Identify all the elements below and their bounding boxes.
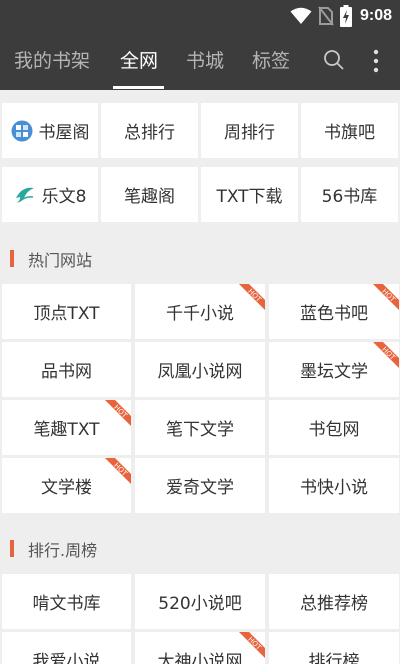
book-house-logo-icon — [11, 120, 32, 141]
site-item[interactable]: 顶点TXT — [2, 284, 131, 339]
search-icon[interactable] — [323, 49, 345, 71]
quick-link-label: 乐文8 — [41, 187, 87, 207]
site-label: 我爱小说 — [32, 652, 101, 664]
site-item[interactable]: 笔下文学 — [135, 400, 265, 455]
quick-link-total-rank[interactable]: 总排行 — [101, 103, 198, 158]
hot-badge: HOT — [373, 342, 399, 368]
site-item[interactable]: 笔趣TXT HOT — [2, 400, 131, 455]
status-bar: 9:08 — [0, 0, 400, 32]
site-item[interactable]: 墨坛文学 HOT — [269, 342, 399, 397]
site-label: 总推荐榜 — [300, 594, 368, 614]
site-item[interactable]: 排行榜 — [269, 632, 399, 664]
site-item[interactable]: 文学楼 HOT — [2, 458, 131, 513]
quick-link-label: TXT下载 — [216, 187, 283, 207]
no-sim-icon — [318, 6, 334, 26]
quick-link-label: 周排行 — [224, 123, 275, 143]
site-label: 书包网 — [308, 420, 360, 440]
quick-link-txt-download[interactable]: TXT下载 — [201, 167, 298, 222]
quick-link-shuqiba[interactable]: 书旗吧 — [301, 103, 398, 158]
hot-badge: HOT — [373, 284, 399, 310]
site-item[interactable]: 凤凰小说网 — [135, 342, 265, 397]
tab-tags[interactable]: 标签 — [252, 32, 290, 90]
section-title: 排行.周榜 — [28, 541, 98, 560]
site-item[interactable]: 520小说吧 — [135, 574, 265, 629]
site-item[interactable]: 爱奇文学 — [135, 458, 265, 513]
quick-link-biquge[interactable]: 笔趣阁 — [101, 167, 198, 222]
status-icons: 9:08 — [290, 5, 392, 27]
site-item[interactable]: 蓝色书吧 HOT — [269, 284, 399, 339]
section-accent-bar — [10, 540, 14, 557]
site-label: 蓝色书吧 — [300, 304, 368, 324]
quick-link-label: 笔趣阁 — [124, 187, 175, 207]
site-label: 啃文书库 — [32, 594, 101, 614]
hot-badge: HOT — [105, 400, 131, 426]
app-bar: 我的书架 全网 书城 标签 — [0, 32, 400, 90]
site-label: 千千小说 — [166, 304, 234, 324]
hot-badge: HOT — [239, 284, 265, 310]
tab-bookshelf[interactable]: 我的书架 — [14, 32, 90, 90]
site-label: 顶点TXT — [33, 304, 100, 324]
site-label: 大神小说网 — [157, 652, 243, 664]
quick-link-lewen8[interactable]: 乐文8 — [2, 167, 98, 222]
quick-link-label: 总排行 — [124, 123, 175, 143]
more-options-icon[interactable] — [369, 49, 383, 73]
hot-badge: HOT — [105, 458, 131, 484]
site-item[interactable]: 啃文书库 — [2, 574, 131, 629]
site-item[interactable]: 千千小说 HOT — [135, 284, 265, 339]
section-accent-bar — [10, 250, 14, 267]
site-label: 520小说吧 — [158, 594, 242, 614]
site-label: 笔下文学 — [166, 420, 234, 440]
section-header-popular: 热门网站 — [0, 236, 400, 280]
site-item[interactable]: 大神小说网 HOT — [135, 632, 265, 664]
site-item[interactable]: 品书网 — [2, 342, 131, 397]
tab-whole-web[interactable]: 全网 — [120, 32, 158, 90]
quick-link-label: 书屋阁 — [38, 123, 90, 143]
hot-badge: HOT — [239, 632, 265, 658]
site-label: 排行榜 — [308, 652, 360, 664]
quick-link-56shuku[interactable]: 56书库 — [301, 167, 398, 222]
site-item[interactable]: 书包网 — [269, 400, 399, 455]
site-label: 爱奇文学 — [166, 478, 234, 498]
site-item[interactable]: 书快小说 — [269, 458, 399, 513]
battery-charging-icon — [339, 5, 352, 27]
site-item[interactable]: 我爱小说 — [2, 632, 131, 664]
content-area: 书屋阁 总排行 周排行 书旗吧 乐文8 笔趣阁 TXT下载 56书库 热门网站 … — [0, 90, 400, 664]
section-title: 热门网站 — [28, 251, 93, 270]
quick-link-shuwuge[interactable]: 书屋阁 — [2, 103, 98, 158]
active-tab-indicator — [113, 86, 164, 89]
status-time: 9:08 — [359, 7, 392, 24]
quick-link-label: 书旗吧 — [324, 123, 375, 143]
site-label: 书快小说 — [300, 478, 368, 498]
section-header-weekly-rank: 排行.周榜 — [0, 526, 400, 570]
site-label: 凤凰小说网 — [157, 362, 243, 382]
tab-bookstore[interactable]: 书城 — [186, 32, 224, 90]
site-label: 品书网 — [41, 362, 92, 382]
quick-link-label: 56书库 — [321, 187, 378, 207]
site-item[interactable]: 总推荐榜 — [269, 574, 399, 629]
site-label: 文学楼 — [41, 478, 92, 498]
site-label: 笔趣TXT — [33, 420, 100, 440]
site-label: 墨坛文学 — [300, 362, 368, 382]
quick-link-week-rank[interactable]: 周排行 — [201, 103, 298, 158]
lewen-bird-logo-icon — [15, 187, 34, 203]
wifi-icon — [290, 7, 312, 24]
